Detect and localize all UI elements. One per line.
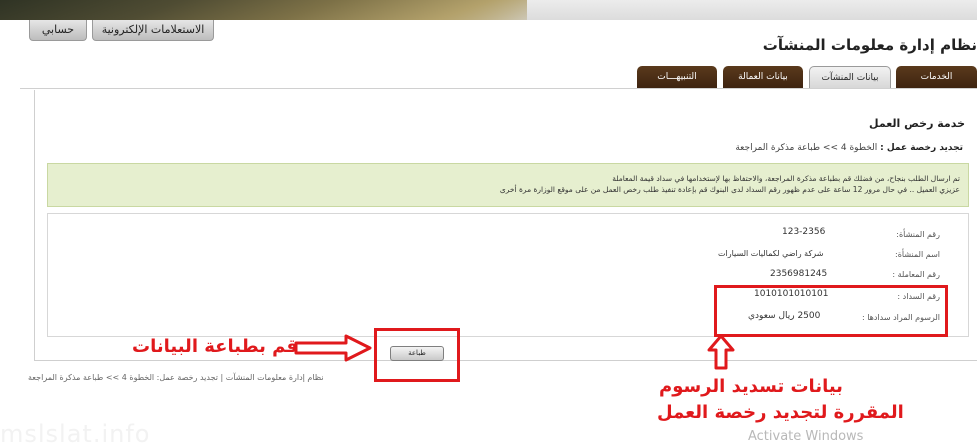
activate-windows-watermark: Activate Windows [748, 429, 864, 444]
tab-establishment-data[interactable]: بيانات المنشآت [809, 66, 891, 89]
breadcrumb-step: الخطوة 4 >> طباعة مذكرة المراجعة [735, 143, 878, 153]
system-title: نظام إدارة معلومات المنشآت [762, 36, 977, 54]
arrow-up-icon [707, 334, 735, 370]
notice-line-1: تم ارسال الطلب بنجاح، من فضلك قم بطباعة … [612, 174, 960, 183]
establishment-number-label: رقم المنشأة: [896, 230, 940, 239]
establishment-number-value: 123-2356 [782, 227, 826, 237]
breadcrumb: تجديد رخصة عمل : الخطوة 4 >> طباعة مذكرة… [735, 143, 963, 153]
notice-line-2: عزيزي العميل .. في حال مرور 12 ساعة على … [499, 185, 960, 194]
transaction-number-label: رقم المعاملة : [892, 270, 940, 279]
divider [20, 88, 977, 89]
tab-labor-data[interactable]: بيانات العمالة [723, 66, 803, 88]
e-inquiries-button[interactable]: الاستعلامات الإلكترونية [92, 20, 214, 41]
tab-services[interactable]: الخدمات [896, 66, 977, 88]
breadcrumb-prefix: تجديد رخصة عمل : [880, 143, 963, 153]
fee-highlight-box [714, 285, 948, 337]
arrow-right-icon [294, 334, 372, 362]
page-title: خدمة رخص العمل [869, 117, 965, 130]
transaction-number-value: 2356981245 [770, 269, 828, 279]
fee-note-line-2: المقررة لتجديد رخصة العمل [657, 402, 904, 423]
footer-breadcrumb: نظام إدارة معلومات المنشآت | تجديد رخصة … [28, 373, 324, 382]
fee-note-line-1: بيانات تسديد الرسوم [659, 376, 843, 397]
print-note: قم بطباعة البيانات [132, 336, 299, 357]
establishment-name-label: اسم المنشأة: [895, 250, 940, 259]
success-notice: تم ارسال الطلب بنجاح، من فضلك قم بطباعة … [47, 163, 969, 207]
establishment-name-value: شركة راضي لكماليات السيارات [718, 249, 824, 258]
header-banner [0, 0, 977, 20]
site-watermark: mslslat.info [0, 420, 151, 448]
tab-alerts[interactable]: التنبيهـــات [637, 66, 717, 88]
my-account-button[interactable]: حسابي [29, 20, 87, 41]
print-button[interactable]: طباعة [390, 346, 444, 361]
